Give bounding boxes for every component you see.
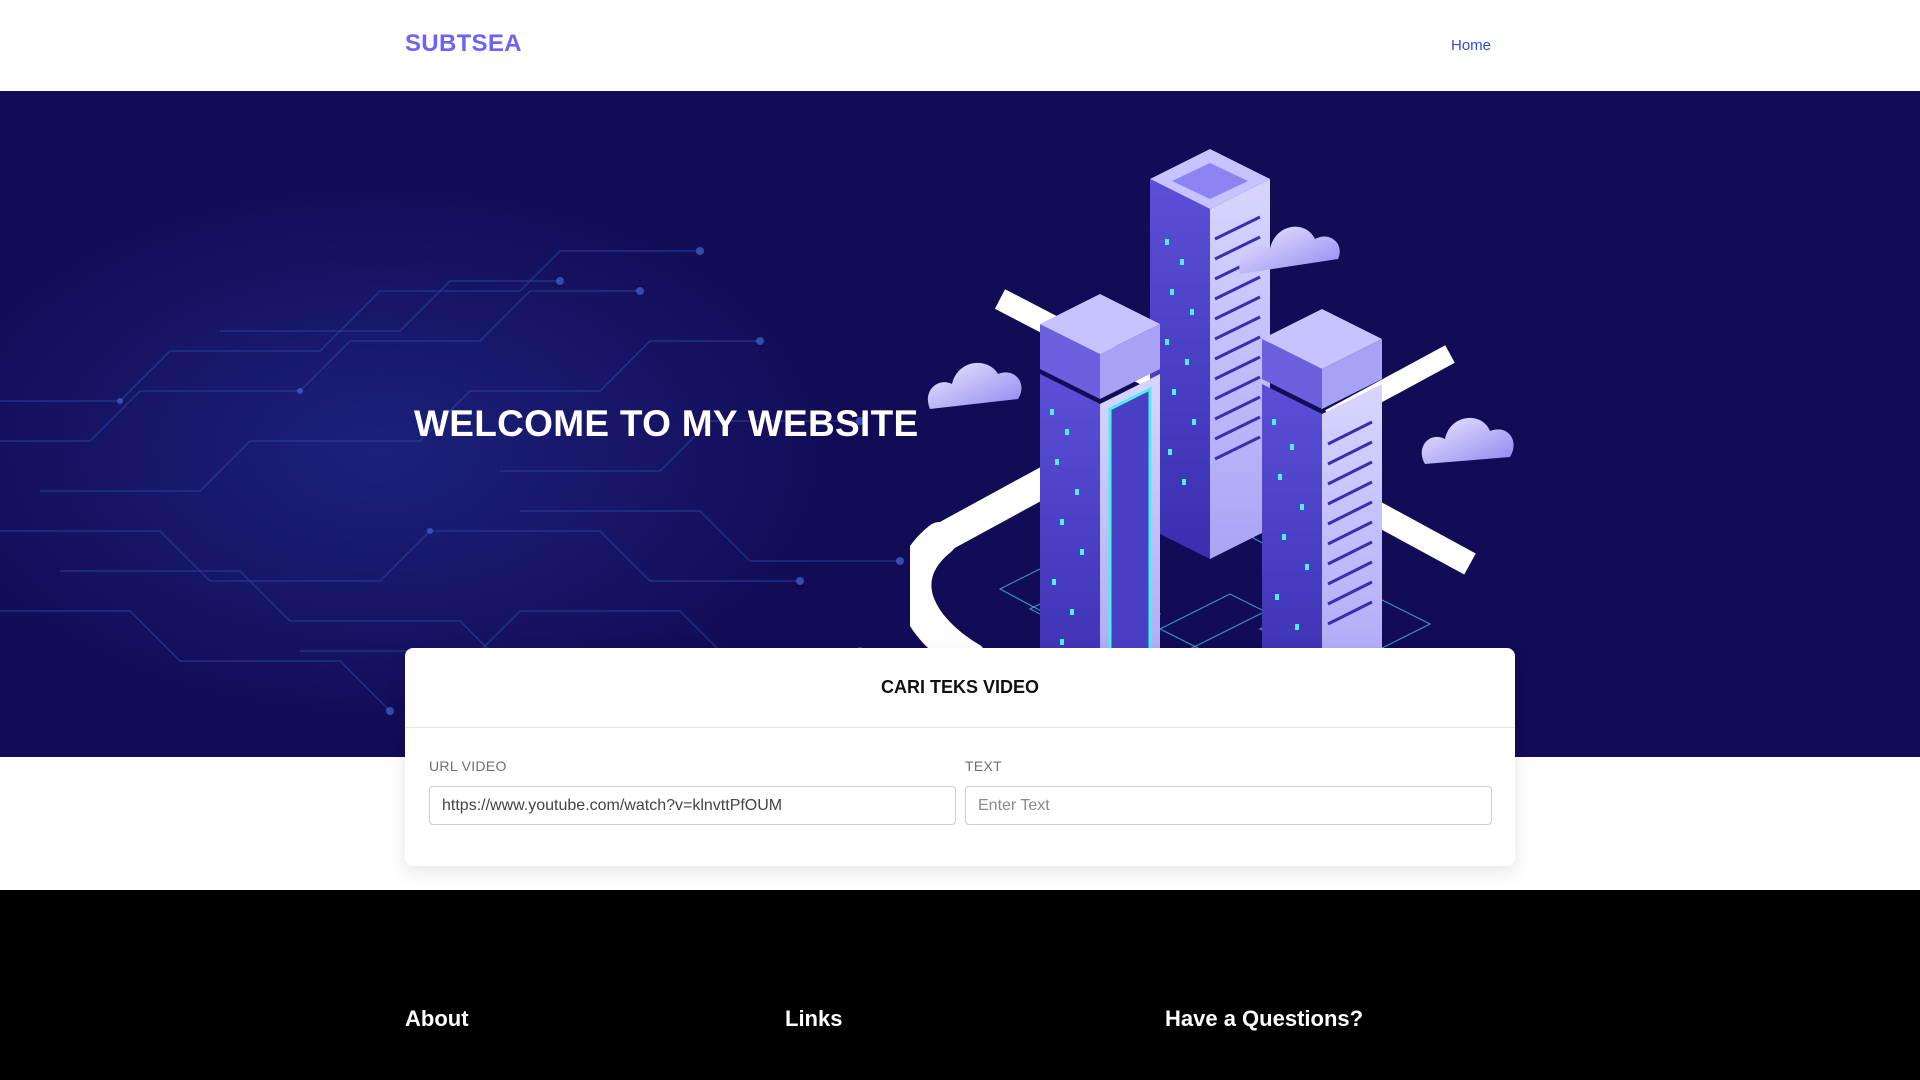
hero-title: WELCOME TO MY WEBSITE	[414, 403, 919, 444]
nav-link-home[interactable]: Home	[1451, 37, 1491, 54]
navbar: SUBTSEA Home	[0, 0, 1920, 91]
footer-heading-about: About	[405, 1006, 469, 1031]
search-card: CARI TEKS VIDEO URL VIDEO TEXT	[405, 648, 1515, 866]
footer: About Links Have a Questions?	[0, 890, 1920, 1080]
url-video-field: URL VIDEO	[429, 758, 956, 825]
url-video-label: URL VIDEO	[429, 758, 507, 774]
url-video-input[interactable]	[429, 786, 956, 825]
brand-logo[interactable]: SUBTSEA	[405, 30, 522, 58]
footer-heading-links: Links	[785, 1006, 843, 1031]
text-input[interactable]	[965, 786, 1492, 825]
card-title: CARI TEKS VIDEO	[880, 677, 1040, 697]
text-label: TEXT	[965, 758, 1002, 774]
card-header: CARI TEKS VIDEO	[405, 648, 1515, 728]
isometric-city-illustration	[910, 149, 1514, 739]
footer-heading-questions: Have a Questions?	[1165, 1006, 1364, 1031]
text-field: TEXT	[965, 758, 1492, 825]
